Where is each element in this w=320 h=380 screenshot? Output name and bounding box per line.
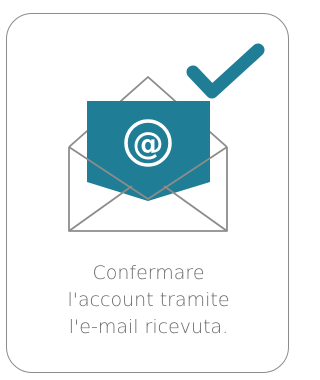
at-sign-icon: @ [124, 119, 172, 167]
checkmark-icon [186, 43, 265, 99]
at-symbol-text: @ [133, 126, 164, 162]
caption-line-3: l'e-mail ricevuta. [68, 316, 229, 338]
caption-line-2: l'account tramite [67, 289, 230, 311]
instruction-text: Confermare l'account tramite l'e-mail ri… [7, 260, 290, 341]
caption-line-1: Confermare [92, 262, 205, 284]
email-confirm-illustration: @ [68, 43, 265, 232]
confirmation-card: @ Confermare l'account tramite l'e-mail … [6, 13, 289, 373]
